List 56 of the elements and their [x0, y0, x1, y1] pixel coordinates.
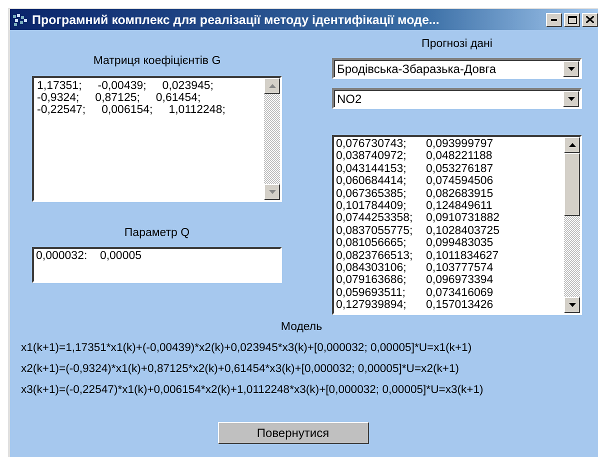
- app-icon: [12, 12, 28, 26]
- parameter-label: Параметр Q: [123, 227, 191, 239]
- close-icon[interactable]: [582, 12, 598, 26]
- matrix-row-text: -0,22547; 0,006154; 1,0112248;: [37, 104, 226, 116]
- list-value: 0,103777574: [426, 262, 494, 274]
- scroll-down-icon[interactable]: [264, 184, 280, 200]
- list-value: 0,073416069: [426, 286, 494, 300]
- list-value: 0,0744253358;: [336, 212, 414, 225]
- scroll-up-icon[interactable]: [564, 137, 580, 153]
- list-value: 0,081056665;: [336, 237, 408, 250]
- list-value: 0,0837055775;: [336, 224, 414, 238]
- substance-dropdown[interactable]: NO2: [332, 88, 582, 109]
- back-button[interactable]: Повернутися: [218, 422, 368, 444]
- region-dropdown[interactable]: Бродівська-Збаразька-Довга: [332, 58, 582, 79]
- list-value: 0,084303106;: [336, 262, 408, 274]
- list-value: 0,053276187: [426, 162, 494, 176]
- list-value: 0,1011834627: [426, 250, 500, 262]
- list-value: 0,0910731882: [426, 212, 501, 225]
- selected-value: NO2: [336, 92, 363, 106]
- list-value: 0,059693511;: [336, 286, 406, 300]
- list-value: 0,060684414;: [336, 175, 408, 188]
- minimize-icon[interactable]: [546, 12, 562, 26]
- window-title: Програмний комплекс для реалізації методу ідентифікації моде...: [32, 12, 440, 26]
- model-label: Модель: [280, 321, 324, 333]
- list-value: 0,048221188: [426, 150, 494, 163]
- list-value: 0,1028403725: [426, 224, 501, 238]
- maximize-icon[interactable]: [564, 12, 580, 26]
- list-value: 0,157013426: [426, 299, 494, 312]
- scroll-thumb[interactable]: [564, 153, 580, 216]
- parameter-field[interactable]: 0,000032: 0,00005: [32, 247, 282, 283]
- matrix-label: Матриця коефіцієнтів G: [92, 55, 222, 67]
- forecast-list[interactable]: [332, 135, 582, 315]
- scroll-down-icon[interactable]: [564, 297, 580, 313]
- list-value: 0,096973394: [426, 274, 494, 287]
- list-value: 0,082683915: [426, 188, 494, 200]
- list-value: 0,079163686;: [336, 274, 408, 287]
- scroll-up-icon[interactable]: [264, 78, 280, 94]
- forecast-label: Прогнозі дані: [420, 38, 494, 50]
- list-value: 0,043144153;: [336, 162, 408, 176]
- list-value: 0,0823766513;: [336, 250, 414, 262]
- matrix-row-text: -0,9324; 0,87125; 0,61454;: [37, 92, 202, 104]
- list-value: 0,124849611: [426, 200, 494, 212]
- list-value: 0,127939894;: [336, 299, 408, 312]
- list-value: 0,101784409;: [336, 200, 408, 212]
- matrix-row-text: 1,17351; -0,00439; 0,023945;: [37, 80, 214, 92]
- matrix-text-area[interactable]: 1,17351; -0,00439; 0,023945; -0,9324; 0,87125; 0,61454; -0,22547; 0,006154; 1,0112248;: [32, 76, 282, 202]
- equation-text: x1(k+1)=1,17351*x1(k)+(-0,00439)*x2(k)+0,023945*x3(k)+[0,000032; 0,00005]*U=x1(k+1): [21, 342, 473, 354]
- list-value: 0,074594506: [426, 175, 494, 188]
- selected-value: Бродівська-Збаразька-Довга: [336, 62, 498, 76]
- list-value: 0,067365385;: [336, 188, 408, 200]
- list-value: 0,099483035: [426, 237, 494, 250]
- equation-text: x3(k+1)=(-0,22547)*x1(k)+0,006154*x2(k)+1,0112248*x3(k)+[0,000032; 0,00005]*U=x3(k+1): [21, 384, 484, 396]
- list-value: 0,093999797: [426, 138, 494, 150]
- list-value: 0,038740972;: [336, 150, 408, 163]
- equation-text: x2(k+1)=(-0,9324)*x1(k)+0,87125*x2(k)+0,61454*x3(k)+[0,000032; 0,00005]*U=x2(k+1): [21, 363, 460, 375]
- list-value: 0,076730743;: [336, 138, 408, 150]
